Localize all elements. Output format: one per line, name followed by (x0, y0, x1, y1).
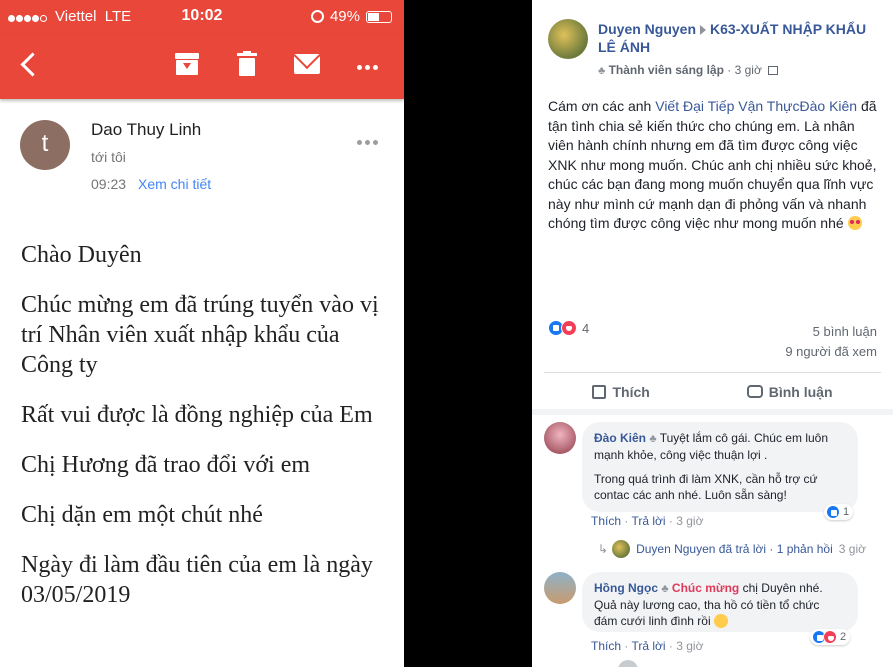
heart-eyes-emoji-icon (847, 216, 862, 230)
arrow-right-icon (700, 25, 707, 36)
sender-name: Dao Thuy Linh (91, 120, 202, 139)
comment-like-link[interactable]: Thích (591, 514, 621, 528)
battery-percent: 49% (329, 8, 360, 25)
post-time[interactable]: 3 giờ (735, 63, 762, 77)
comment-reactions[interactable]: 2 (810, 629, 851, 645)
seen-count[interactable]: 9 người đã xem (785, 342, 877, 362)
commenter-avatar[interactable] (544, 572, 576, 604)
comment-bubble: Hồng Ngọc ♣ Chúc mừng chị Duyên nhé. Quả… (582, 572, 858, 632)
archive-icon[interactable] (175, 51, 199, 75)
comment-reactions[interactable]: 1 (824, 504, 854, 520)
comments-count[interactable]: 5 bình luận (785, 322, 877, 342)
back-icon[interactable] (16, 51, 44, 79)
comment-like-link[interactable]: Thích (591, 639, 621, 653)
mail-icon[interactable] (294, 54, 320, 74)
audience-icon[interactable] (768, 66, 779, 76)
rotation-lock-icon (310, 10, 324, 23)
sender-avatar[interactable]: t (20, 120, 70, 170)
mail-paragraph: Chúc mừng em đã trúng tuyển vào vị trí N… (21, 292, 379, 378)
commenter-name[interactable]: Đào Kiên (594, 431, 646, 445)
post-meta: ♣ Thành viên sáng lập · 3 giờ (598, 63, 779, 77)
love-reaction-icon (561, 320, 577, 336)
sprout-icon: ♣ (661, 583, 669, 595)
like-button[interactable]: Thích (592, 384, 650, 400)
comment-highlight: Chúc mừng (671, 581, 740, 595)
author-name[interactable]: Duyen Nguyen (598, 21, 696, 37)
love-reaction-icon (823, 630, 837, 644)
comment-reply-link[interactable]: Trả lời (631, 514, 665, 528)
post-text: Cám ơn các anh Viết Đại Tiếp Vận ThựcĐào… (548, 98, 877, 231)
post-actions: Thích Bình luận (544, 372, 881, 410)
reaction-count: 4 (582, 320, 590, 336)
reply-avatar (612, 540, 631, 558)
comment-button[interactable]: Bình luận (746, 384, 833, 400)
comment-time[interactable]: 3 giờ (676, 639, 703, 653)
post-header: Duyen Nguyen K63-XUẤT NHẬP KHẨU LÊ ÁNH (598, 20, 868, 56)
battery-icon (366, 10, 392, 23)
comment-meta: Thích · Trả lời · 3 giờ (591, 639, 704, 653)
message-more-icon[interactable] (357, 132, 381, 150)
trash-icon[interactable] (237, 51, 257, 77)
thumbs-up-icon (592, 384, 607, 399)
post-stats: 5 bình luận 9 người đã xem (785, 322, 877, 362)
like-reaction-icon (826, 505, 840, 519)
comment-icon (746, 385, 763, 398)
commenter-name[interactable]: Hồng Ngọc (594, 581, 658, 595)
reply-arrow-icon: ↳ (598, 542, 609, 556)
replies-link[interactable]: ↳ Duyen Nguyen đã trả lời · 1 phản hồi 3… (598, 540, 866, 558)
mail-paragraph: Chị Hương đã trao đổi với em (21, 452, 311, 478)
mail-paragraph: Chào Duyên (21, 242, 142, 268)
recipient-label: tới tôi (91, 149, 126, 165)
mail-paragraph: Ngày đi làm đầu tiên của em là ngày 03/0… (21, 552, 373, 608)
mail-paragraph: Rất vui được là đồng nghiệp của Em (21, 402, 373, 428)
comment-meta: Thích · Trả lời · 3 giờ (591, 514, 704, 528)
comment-bubble: Đào Kiên ♣ Tuyệt lắm cô gái. Chúc em luô… (582, 422, 858, 512)
smile-emoji-icon (713, 614, 728, 628)
mail-time: 09:23 (91, 176, 127, 192)
mentioned-people[interactable]: Viết Đại Tiếp Vận ThựcĐào Kiên (655, 98, 857, 114)
sprout-icon: ♣ (649, 433, 657, 445)
mail-body: Chào Duyên Chúc mừng em đã trúng tuyển v… (21, 240, 391, 630)
author-avatar[interactable] (548, 19, 588, 59)
next-comment-avatar (618, 660, 638, 667)
member-badge: Thành viên sáng lập (608, 63, 724, 77)
mail-paragraph: Chị dặn em một chút nhé (21, 502, 263, 528)
facebook-post-panel: Duyen Nguyen K63-XUẤT NHẬP KHẨU LÊ ÁNH ♣ … (532, 0, 893, 667)
comment-reply-link[interactable]: Trả lời (631, 639, 665, 653)
status-bar: Viettel LTE 10:02 49% (0, 0, 404, 33)
sprout-icon: ♣ (598, 65, 606, 77)
more-icon[interactable] (357, 57, 381, 75)
comment-time[interactable]: 3 giờ (676, 514, 703, 528)
commenter-avatar[interactable] (544, 422, 576, 454)
mail-toolbar (0, 33, 404, 99)
view-details-link[interactable]: Xem chi tiết (138, 176, 211, 192)
reaction-summary[interactable]: 4 (548, 320, 589, 336)
gmail-screen: Viettel LTE 10:02 49% t Dao Thuy Linh tớ… (0, 0, 404, 667)
